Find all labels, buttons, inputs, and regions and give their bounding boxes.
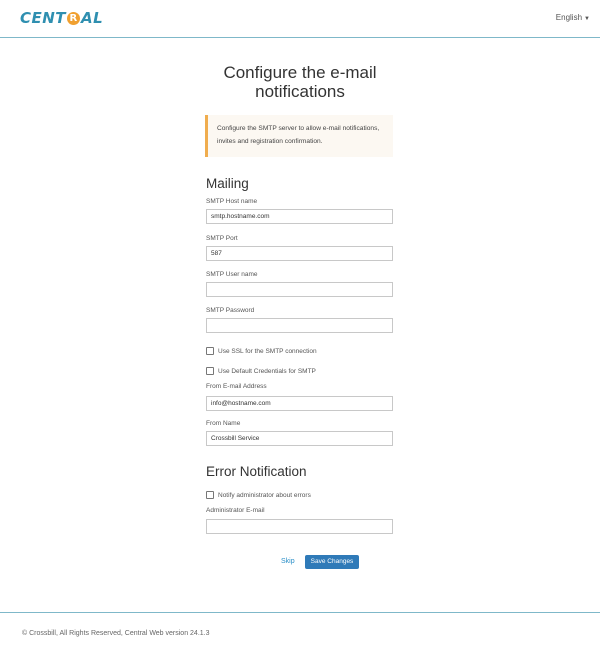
mailing-heading: Mailing	[206, 176, 249, 191]
language-dropdown[interactable]: English ▼	[556, 13, 590, 22]
checkbox-icon[interactable]	[206, 491, 214, 499]
copyright-text: © Crossbill, All Rights Reserved, Centra…	[22, 630, 210, 637]
from-email-input[interactable]: info@hostname.com	[206, 396, 393, 411]
notify-admin-checkbox[interactable]: Notify administrator about errors	[206, 491, 311, 499]
from-name-label: From Name	[206, 420, 241, 427]
checkbox-icon[interactable]	[206, 347, 214, 355]
admin-email-label: Administrator E-mail	[206, 507, 265, 514]
logo-text-end: AL	[81, 9, 104, 27]
page-title: Configure the e-mail notifications	[223, 63, 377, 101]
central-logo[interactable]: CENT R AL	[20, 9, 103, 27]
logo-text-start: CENT	[20, 9, 67, 27]
notify-admin-label: Notify administrator about errors	[218, 491, 311, 499]
smtp-port-label: SMTP Port	[206, 235, 238, 242]
checkbox-icon[interactable]	[206, 367, 214, 375]
info-alert: Configure the SMTP server to allow e-mai…	[205, 115, 393, 157]
caret-down-icon: ▼	[584, 16, 590, 22]
smtp-port-input[interactable]: 587	[206, 246, 393, 261]
default-credentials-checkbox[interactable]: Use Default Credentials for SMTP	[206, 367, 316, 375]
error-notification-heading: Error Notification	[206, 464, 307, 479]
admin-email-input[interactable]	[206, 519, 393, 534]
smtp-user-input[interactable]	[206, 282, 393, 297]
smtp-host-input[interactable]: smtp.hostname.com	[206, 209, 393, 224]
use-ssl-checkbox[interactable]: Use SSL for the SMTP connection	[206, 347, 317, 355]
save-changes-button[interactable]: Save Changes	[305, 555, 359, 569]
from-name-input[interactable]: Crossbill Service	[206, 431, 393, 446]
default-credentials-label: Use Default Credentials for SMTP	[218, 367, 316, 375]
smtp-user-label: SMTP User name	[206, 271, 258, 278]
logo-mark-icon: R	[67, 11, 81, 25]
skip-link[interactable]: Skip	[281, 558, 295, 565]
from-email-label: From E-mail Address	[206, 383, 267, 390]
smtp-host-label: SMTP Host name	[206, 198, 258, 205]
top-navbar: CENT R AL English ▼	[0, 0, 600, 38]
smtp-password-input[interactable]	[206, 318, 393, 333]
language-label: English	[555, 13, 583, 22]
use-ssl-label: Use SSL for the SMTP connection	[218, 347, 317, 355]
footer: © Crossbill, All Rights Reserved, Centra…	[0, 612, 600, 671]
smtp-password-label: SMTP Password	[206, 307, 255, 314]
